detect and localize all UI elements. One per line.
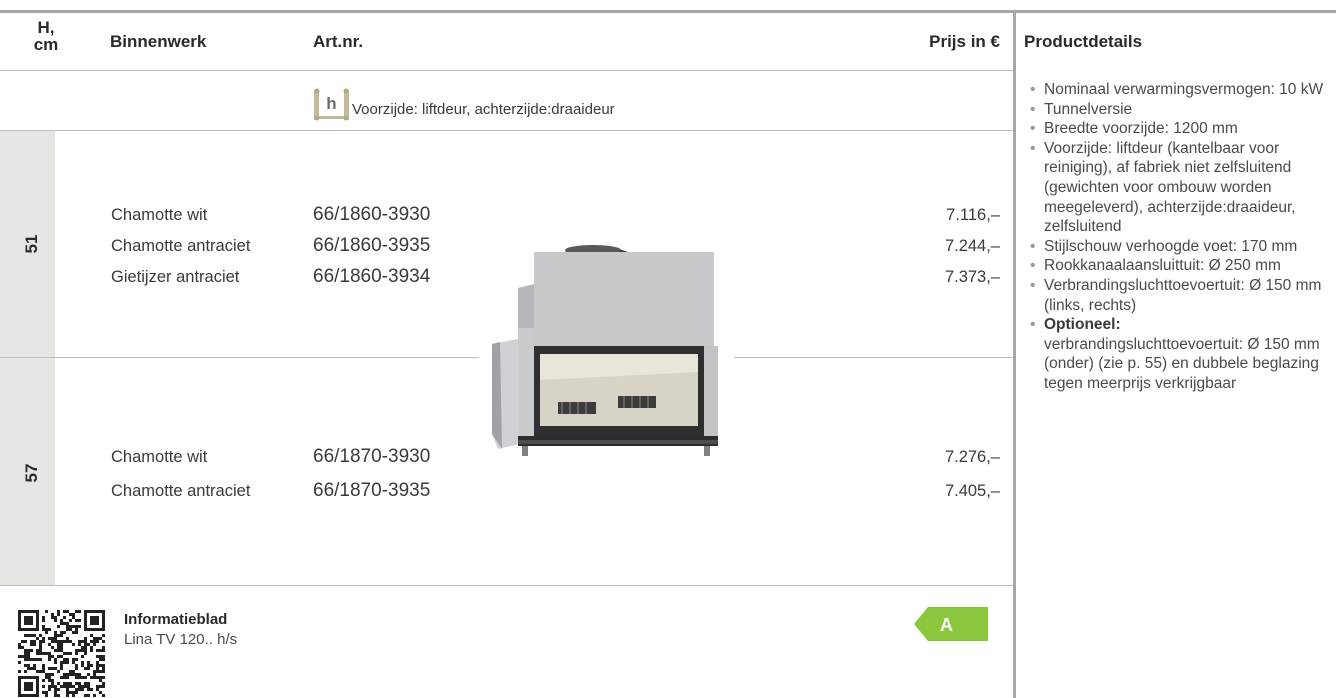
optional-text: verbrandingsluchttoevoertuit: Ø 150 mm (… xyxy=(1044,335,1320,392)
table-row-binnenwerk: Chamotte antraciet xyxy=(111,237,251,255)
detail-item: Verbrandingsluchttoevoertuit: Ø 150 mm (… xyxy=(1030,276,1336,315)
table-row-price: 7.244,– xyxy=(944,237,1000,255)
svg-text:h: h xyxy=(326,94,336,113)
detail-item: Stijlschouw verhoogde voet: 170 mm xyxy=(1030,237,1336,257)
detail-item: Breedte voorzijde: 1200 mm xyxy=(1030,119,1336,139)
height-value-57: 57 xyxy=(22,463,41,483)
table-row-artnr: 66/1860-3934 xyxy=(313,266,431,287)
group-rule-right xyxy=(734,357,1013,358)
table-row-artnr: 66/1870-3935 xyxy=(313,480,431,501)
table-row-artnr: 66/1860-3935 xyxy=(313,235,431,256)
energy-label-badge: A xyxy=(914,607,988,641)
table-row-price: 7.276,– xyxy=(944,448,1000,466)
door-type-h-icon: h xyxy=(314,88,350,122)
top-rule xyxy=(0,10,1336,13)
price-header: Prijs in € xyxy=(929,32,1000,51)
qr-code-icon[interactable] xyxy=(18,610,108,698)
detail-item: Voorzijde: liftdeur (kantelbaar voor rei… xyxy=(1030,139,1336,237)
door-info-rule xyxy=(0,130,1013,131)
details-header: Productdetails xyxy=(1024,32,1143,51)
table-row-price: 7.405,– xyxy=(944,482,1000,500)
fireplace-product-image xyxy=(478,244,734,464)
detail-item: Nominaal verwarmingsvermogen: 10 kW xyxy=(1030,80,1336,100)
door-info-text: Voorzijde: liftdeur, achterzijde:draaide… xyxy=(352,101,615,118)
group-rule-left xyxy=(0,357,479,358)
table-row-binnenwerk: Chamotte antraciet xyxy=(111,482,251,500)
info-title: Informatieblad xyxy=(124,611,228,628)
info-subtitle: Lina TV 120.. h/s xyxy=(124,631,238,648)
table-row-artnr: 66/1860-3930 xyxy=(313,204,431,225)
height-header: H, cm xyxy=(33,18,59,54)
svg-text:A: A xyxy=(940,615,953,635)
header-rule xyxy=(0,70,1013,71)
product-details-list: Nominaal verwarmingsvermogen: 10 kW Tunn… xyxy=(1030,80,1336,394)
detail-item: Tunnelversie xyxy=(1030,100,1336,120)
footer-rule xyxy=(0,585,1013,586)
column-divider xyxy=(1013,10,1016,698)
table-row-artnr: 66/1870-3930 xyxy=(313,446,431,467)
binnenwerk-header: Binnenwerk xyxy=(110,32,207,51)
detail-item: Rookkanaalaansluittuit: Ø 250 mm xyxy=(1030,256,1336,276)
optional-label: Optioneel: xyxy=(1044,316,1121,334)
table-row-price: 7.116,– xyxy=(946,206,1000,224)
detail-item-optional: Optioneel: verbrandingsluchttoevoertuit:… xyxy=(1030,315,1336,393)
artnr-header: Art.nr. xyxy=(313,32,364,51)
table-row-binnenwerk: Chamotte wit xyxy=(111,206,208,224)
height-value-51: 51 xyxy=(22,234,41,254)
table-row-price: 7.373,– xyxy=(944,268,1000,286)
table-row-binnenwerk: Chamotte wit xyxy=(111,448,208,466)
table-row-binnenwerk: Gietijzer antraciet xyxy=(111,268,240,286)
